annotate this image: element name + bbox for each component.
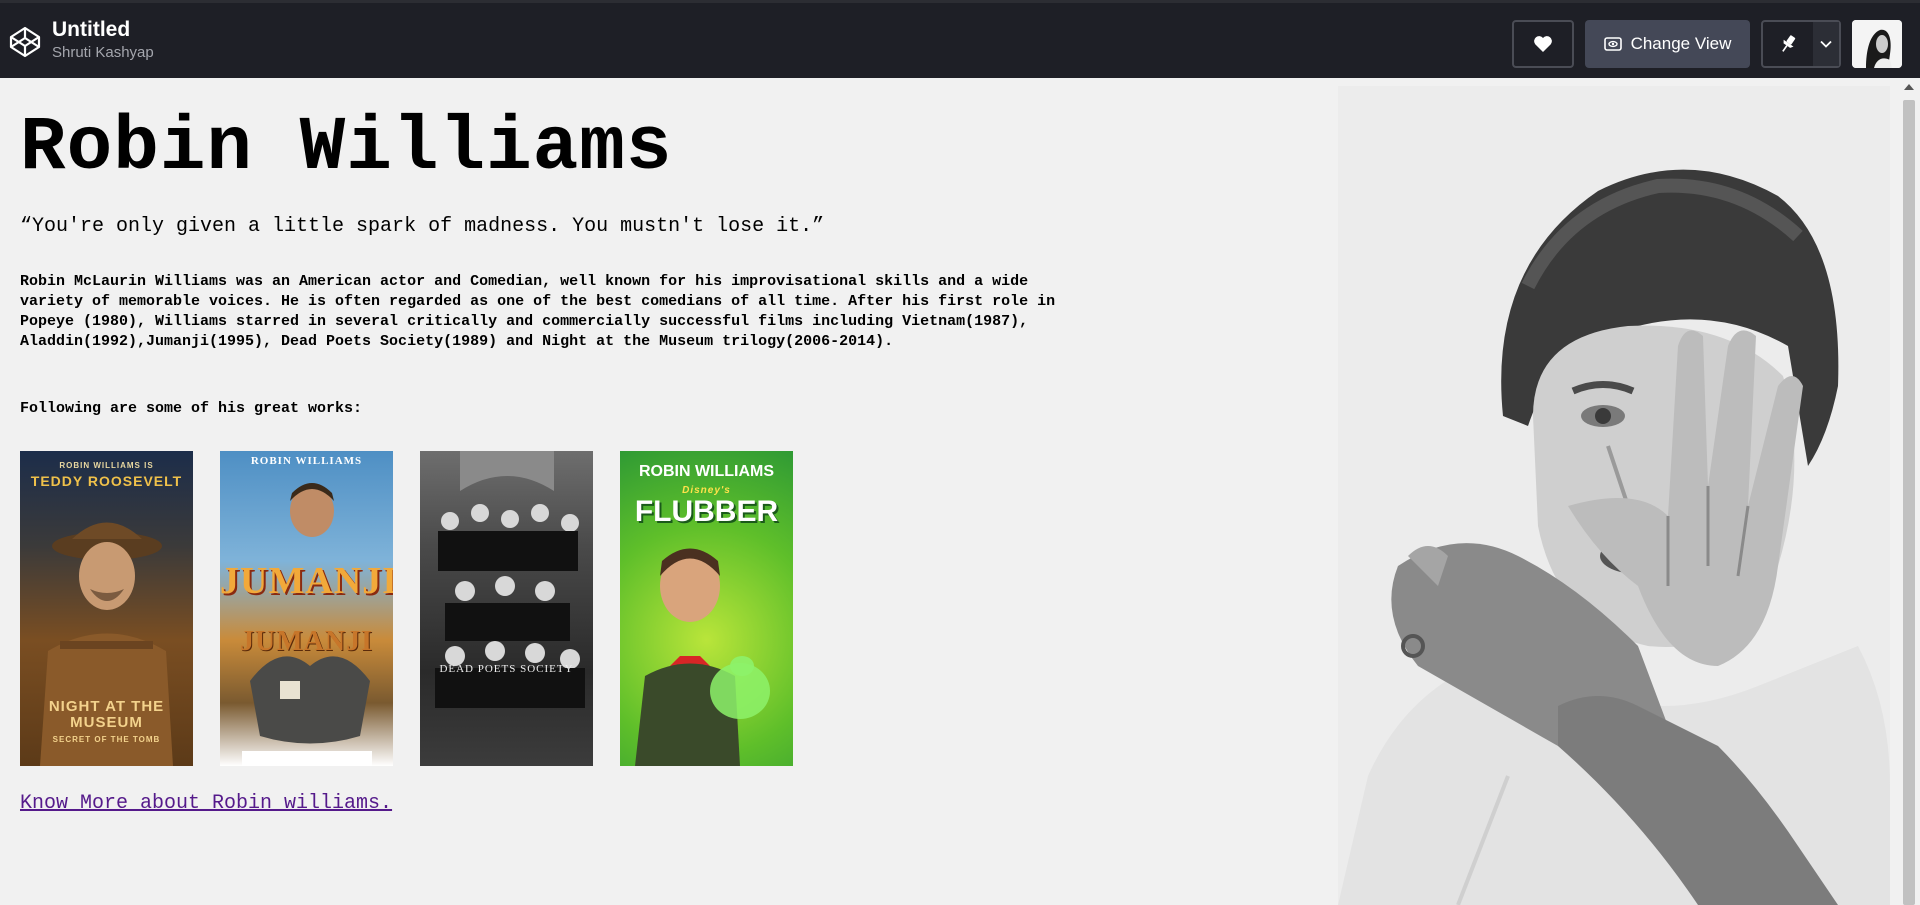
robin-williams-portrait [1338,86,1890,905]
poster-dead-poets-society[interactable]: DEAD POETS SOCIETY [420,451,593,766]
eye-icon [1603,37,1622,51]
user-avatar[interactable] [1852,20,1902,68]
pin-icon [1782,35,1796,52]
change-view-button[interactable]: Change View [1585,20,1750,68]
avatar-image [1852,20,1902,68]
page-title: Robin Williams [20,105,673,191]
scrollbar-thumb[interactable] [1903,100,1915,905]
poster-tagline: ROBIN WILLIAMS [250,455,363,467]
poster-tagline: ROBIN WILLIAMS [638,463,775,480]
quote: “You're only given a little spark of mad… [20,215,825,238]
works-intro: Following are some of his great works: [20,400,363,417]
preview-content: Robin Williams “You're only given a litt… [0,78,1338,905]
poster-title: NIGHT AT THE MUSEUM [48,698,165,731]
change-view-label: Change View [1630,34,1732,53]
poster-tagline: ROBIN WILLIAMS IS [59,461,154,470]
poster-art [435,451,585,708]
pen-title-block: Untitled Shruti Kashyap [52,17,154,63]
pin-dropdown[interactable] [1813,22,1839,66]
poster-flubber[interactable]: ROBIN WILLIAMS Disney's FLUBBER [620,451,793,766]
poster-title: FLUBBER [634,495,779,528]
vertical-scrollbar[interactable] [1899,78,1920,905]
poster-art [242,483,372,766]
editor-topbar: Untitled Shruti Kashyap Change View [0,0,1920,78]
pin-button[interactable] [1761,20,1841,68]
love-button[interactable] [1512,20,1574,68]
pen-author[interactable]: Shruti Kashyap [52,43,154,63]
biography: Robin McLaurin Williams was an American … [20,273,1056,350]
poster-title-secondary: JUMANJI [240,626,373,657]
pen-title[interactable]: Untitled [52,17,154,43]
poster-title: JUMANJI [220,560,393,602]
poster-night-at-the-museum[interactable]: ROBIN WILLIAMS IS TEDDY ROOSEVELT NIGHT … [20,451,193,766]
chevron-down-icon [1820,40,1832,48]
portrait-image [1338,86,1890,905]
scroll-up-arrow-icon[interactable] [1904,84,1914,90]
know-more-link[interactable]: Know More about Robin williams. [20,792,392,815]
poster-subtitle: SECRET OF THE TOMB [52,735,161,744]
codepen-logo-icon[interactable] [8,25,42,59]
heart-icon [1534,36,1552,52]
poster-name: TEDDY ROOSEVELT [30,473,183,489]
poster-title: DEAD POETS SOCIETY [439,663,574,675]
poster-jumanji[interactable]: ROBIN WILLIAMS JUMANJI JUMANJI [220,451,393,766]
pin-area[interactable] [1763,22,1813,66]
